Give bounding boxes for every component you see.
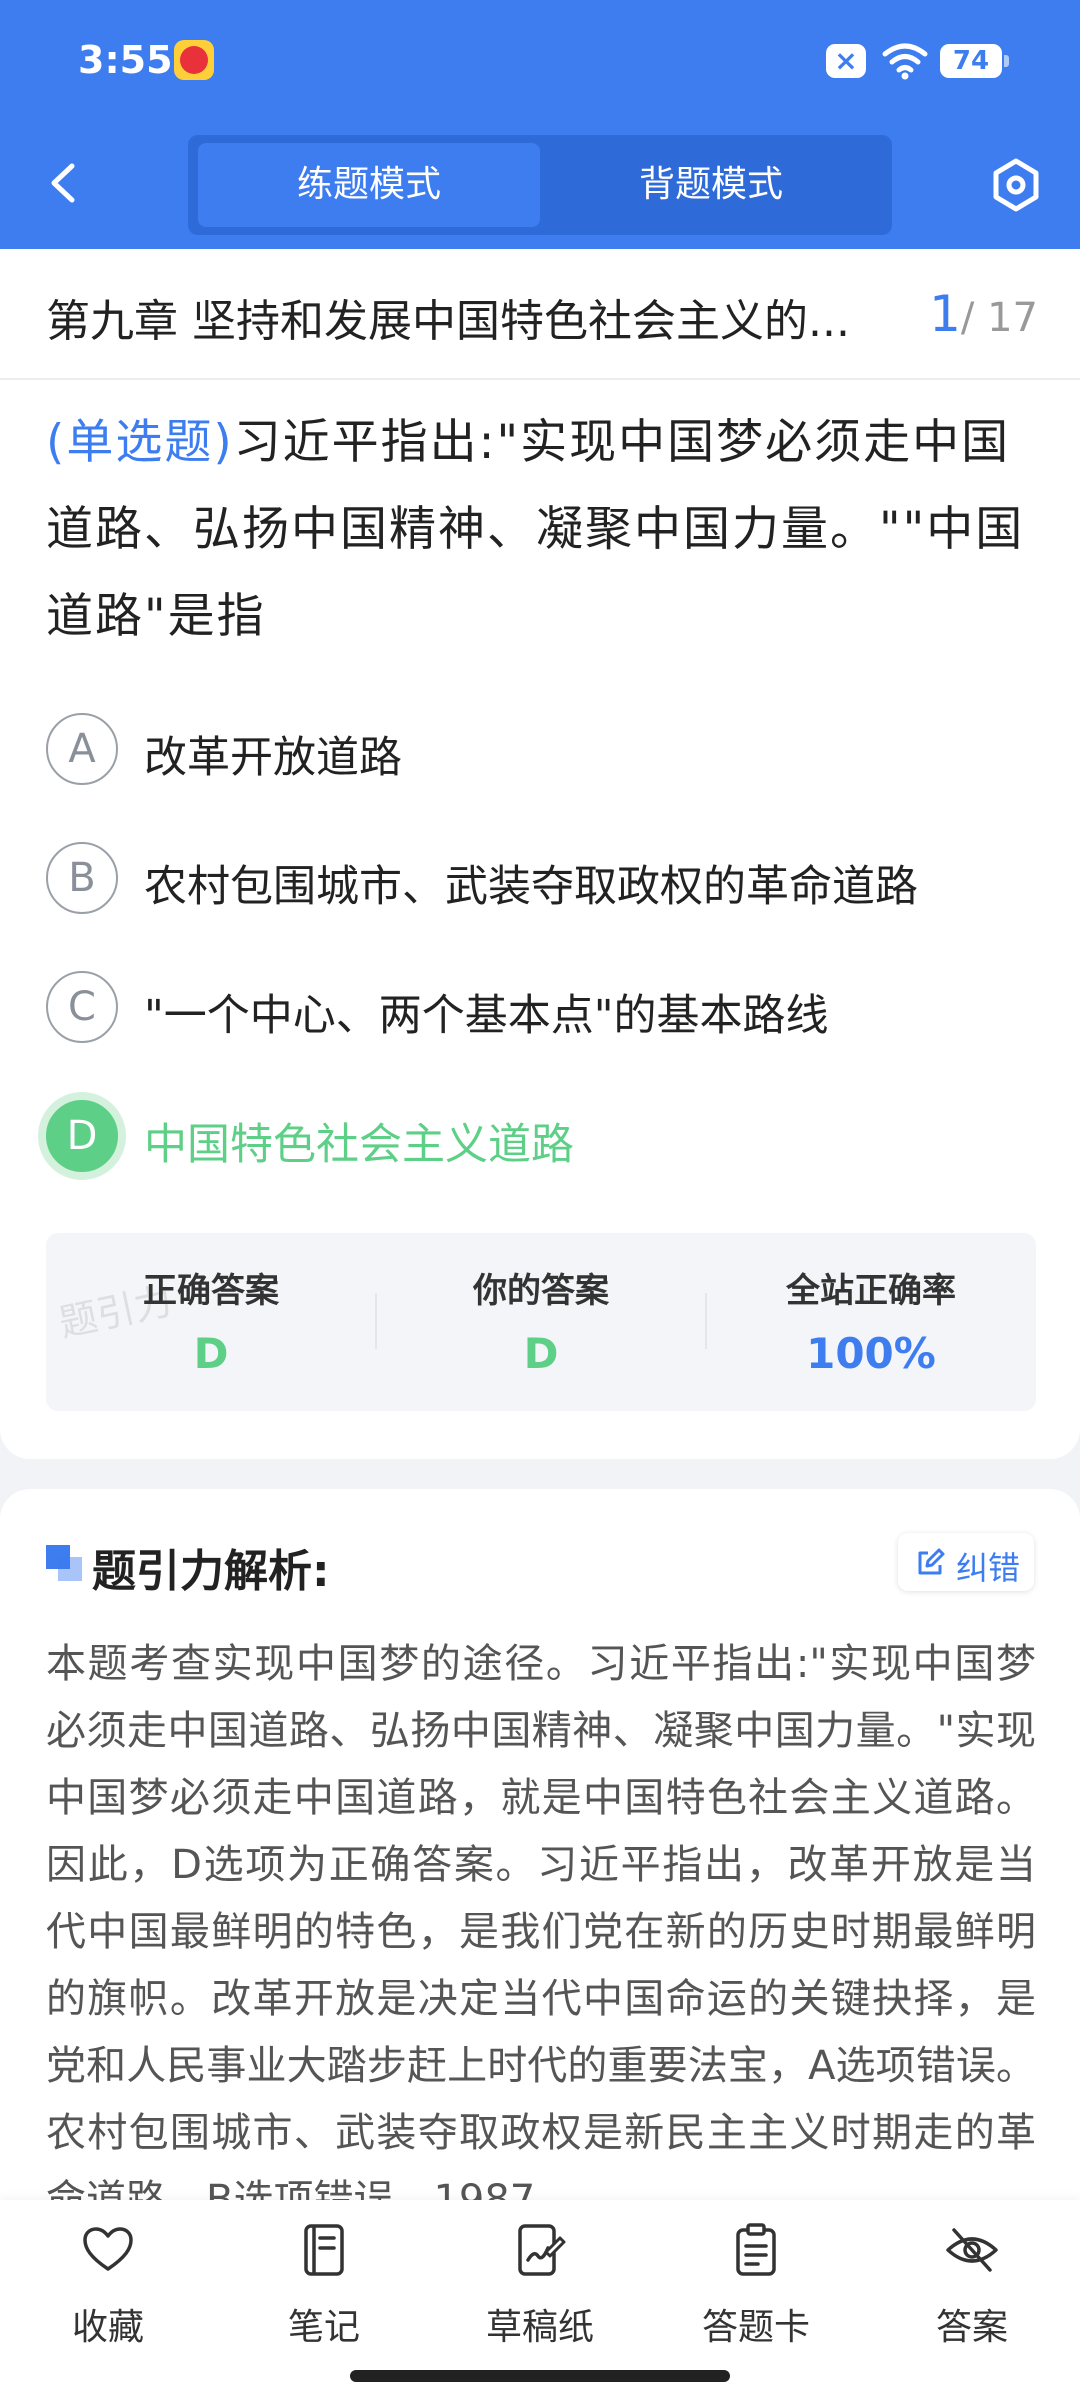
battery-indicator: 74 [940,44,1009,78]
option-key: B [46,842,118,914]
answer-toggle-button[interactable]: 答案 [864,2222,1080,2362]
correct-answer-column: 正确答案 D [46,1233,376,1411]
analysis-card: 题引力解析: 纠错 本题考查实现中国梦的途径。习近平指出:"实现中国梦必须走中国… [0,1489,1080,2209]
option-key: A [46,713,118,785]
current-question-number: 1 [929,285,961,343]
favorite-button[interactable]: 收藏 [0,2222,216,2362]
correct-answer-label: 正确答案 [143,1271,279,1311]
tab-memorize-mode[interactable]: 背题模式 [540,143,882,227]
accuracy-label: 全站正确率 [786,1271,956,1311]
answer-sheet-icon [736,2223,776,2276]
home-indicator[interactable] [350,2370,730,2382]
answer-sheet-label: 答题卡 [701,2307,810,2348]
status-time: 3:55 [78,38,173,82]
notes-label: 笔记 [287,2307,360,2348]
option-b[interactable]: B 农村包围城市、武装夺取政权的革命道路 [46,842,1036,918]
option-key: D [46,1100,118,1172]
your-answer-label: 你的答案 [473,1271,609,1311]
option-a[interactable]: A 改革开放道路 [46,713,1036,789]
heart-icon [83,2227,133,2271]
correct-answer-value: D [193,1329,229,1378]
accuracy-column: 全站正确率 100% [706,1233,1036,1411]
draft-paper-label: 草稿纸 [485,2307,594,2348]
analysis-icon [46,1545,82,1581]
analysis-title: 题引力解析: [92,1546,330,1597]
analysis-text: 本题考查实现中国梦的途径。习近平指出:"实现中国梦必须走中国道路、弘扬中国精神、… [46,1641,1036,2209]
notebook-icon [304,2224,344,2276]
your-answer-value: D [523,1329,559,1378]
chapter-bar: 第九章 坚持和发展中国特色社会主义的... 1/ 17 [0,249,1080,380]
favorite-label: 收藏 [71,2307,144,2348]
status-bar: 3:55 × 74 [0,0,1080,125]
edit-icon [918,1548,945,1575]
answer-toggle-label: 答案 [935,2307,1008,2348]
question-counter[interactable]: 1/ 17 [929,285,1038,343]
option-text: "一个中心、两个基本点"的基本路线 [144,991,829,1041]
accuracy-value: 100% [806,1329,936,1378]
wifi-icon [882,43,928,80]
draft-paper-button[interactable]: 草稿纸 [432,2222,648,2362]
total-questions: / 17 [960,295,1038,341]
option-text: 改革开放道路 [144,733,402,783]
option-text: 农村包围城市、武装夺取政权的革命道路 [144,862,918,912]
no-sim-icon: × [826,44,866,78]
answer-summary: 题引力 正确答案 D 你的答案 D 全站正确率 100% [46,1233,1036,1411]
tab-practice-mode[interactable]: 练题模式 [198,143,540,227]
mode-switch: 练题模式 背题模式 [188,135,892,235]
back-icon[interactable] [40,158,90,208]
eye-off-icon [946,2228,998,2272]
your-answer-column: 你的答案 D [376,1233,706,1411]
option-key: C [46,971,118,1043]
report-error-label: 纠错 [956,1549,1021,1587]
chapter-title: 第九章 坚持和发展中国特色社会主义的... [46,296,850,347]
report-error-button[interactable]: 纠错 [898,1533,1034,1591]
draft-paper-icon [518,2224,566,2276]
option-c[interactable]: C "一个中心、两个基本点"的基本路线 [46,971,1036,1047]
settings-icon[interactable] [988,157,1044,213]
notes-button[interactable]: 笔记 [216,2222,432,2362]
app-notification-icon [174,40,214,80]
option-d[interactable]: D 中国特色社会主义道路 [46,1100,1036,1176]
question-stem: (单选题)习近平指出:"实现中国梦必须走中国道路、弘扬中国精神、凝聚中国力量。"… [46,399,1036,660]
question-type-label: (单选题) [46,415,234,470]
answer-sheet-button[interactable]: 答题卡 [648,2222,864,2362]
question-card: 第九章 坚持和发展中国特色社会主义的... 1/ 17 (单选题)习近平指出:"… [0,249,1080,1459]
top-header: 3:55 × 74 练题模式 背题模式 [0,0,1080,249]
option-text: 中国特色社会主义道路 [144,1120,574,1170]
